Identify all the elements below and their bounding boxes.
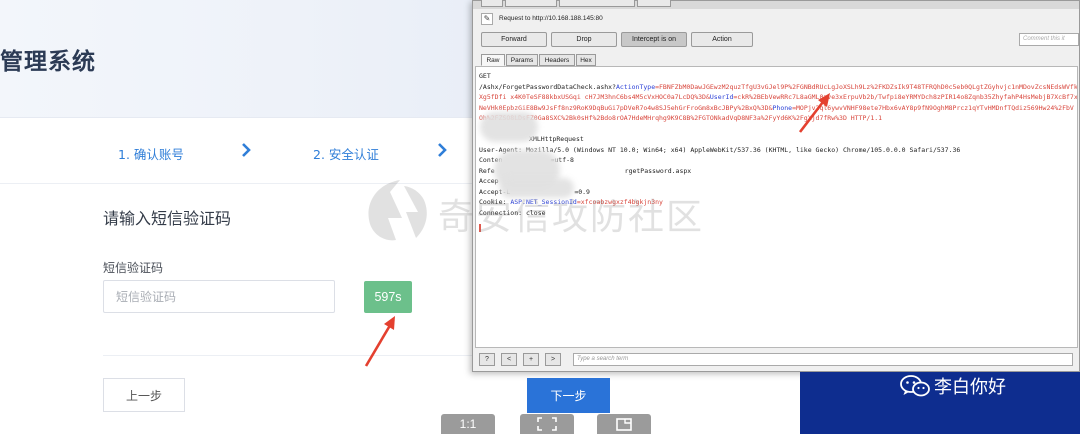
redaction-blur	[480, 112, 538, 142]
tab-headers[interactable]: Headers	[539, 54, 575, 66]
resend-countdown-button[interactable]: 597s	[364, 281, 412, 313]
request-line-4: Oh%2FZSO8LDsFZ0Ga8SXC%2Bk0sHf%2Bdo8rOA7H…	[479, 114, 883, 122]
wechat-icon	[900, 375, 930, 397]
step-indicator: 1. 确认账号 2. 安全认证	[0, 118, 480, 184]
step-security-auth: 2. 安全认证	[313, 147, 379, 162]
sms-code-input[interactable]	[103, 280, 335, 313]
header-referer: Refe rgetPassword.aspx	[479, 166, 692, 175]
step-confirm-account: 1. 确认账号	[118, 147, 184, 162]
lightning-logo-icon	[368, 180, 427, 241]
fullscreen-button[interactable]	[597, 414, 651, 434]
form-title: 请输入短信验证码	[103, 209, 232, 228]
pencil-icon: ✎	[481, 13, 493, 25]
tab-raw[interactable]: Raw	[481, 54, 505, 66]
drop-button[interactable]: Drop	[551, 32, 617, 47]
header-xhr: XMLHttpRequest	[529, 135, 584, 143]
fit-screen-icon	[537, 417, 557, 431]
help-button[interactable]: ?	[479, 353, 495, 366]
next-step-button[interactable]: 下一步	[527, 378, 610, 413]
search-bar: ? < + > Type a search term	[475, 351, 1078, 369]
previous-match-button[interactable]: <	[501, 353, 517, 366]
header-user-agent: User-Agent: Mozilla/5.0 (Windows NT 10.0…	[479, 145, 961, 154]
request-line-1: /Ashx/ForgetPasswordDataCheck.ashx?Actio…	[479, 82, 1078, 91]
fit-to-screen-button[interactable]	[520, 414, 574, 434]
burp-tab[interactable]	[559, 0, 635, 7]
intercept-toggle-button[interactable]: Intercept is on	[621, 32, 687, 47]
add-button[interactable]: +	[523, 353, 539, 366]
request-line-2: Xg5fDfi x4K0TeSF88kbxUSGqi cH7JM3hnC6bs4…	[479, 93, 1078, 101]
previous-step-button[interactable]: 上一步	[103, 378, 185, 412]
sms-code-label: 短信验证码	[103, 261, 164, 275]
burp-tab[interactable]	[481, 0, 503, 7]
fullscreen-icon	[616, 418, 632, 431]
zoom-actual-size-button[interactable]: 1:1	[441, 414, 495, 434]
tab-hex[interactable]: Hex	[576, 54, 596, 66]
burp-tab[interactable]	[637, 0, 671, 7]
action-button[interactable]: Action	[691, 32, 753, 47]
next-match-button[interactable]: >	[545, 353, 561, 366]
watermark-text: 奇安信攻防社区	[438, 197, 705, 238]
burp-tab[interactable]	[505, 0, 557, 7]
burp-top-tabs	[473, 0, 1079, 9]
watermark: 奇安信攻防社区	[360, 178, 740, 244]
wechat-account-name: 李白你好	[934, 377, 1006, 398]
search-input[interactable]: Type a search term	[573, 353, 1073, 366]
header-content-type: Conten =utf-8	[479, 156, 574, 164]
request-target-bar: ✎ Request to http://10.168.188.145:80	[481, 13, 1071, 27]
app-header: 管理系统	[0, 0, 480, 118]
request-target: Request to http://10.168.188.145:80	[499, 15, 603, 22]
request-method: GET	[479, 72, 491, 80]
wechat-account-badge: 李白你好	[900, 372, 1006, 400]
chevron-right-icon	[438, 143, 447, 157]
chevron-right-icon	[242, 143, 251, 157]
app-title: 管理系统	[0, 49, 96, 75]
divider	[103, 355, 480, 356]
header-host	[479, 124, 1074, 135]
comment-field[interactable]: Comment this it	[1019, 33, 1079, 46]
forward-button[interactable]: Forward	[481, 32, 547, 47]
request-line-3: NeVHk0EpbzGiE8Bw9JsFf8nz9RoK9DqBuGi7pDVe…	[479, 103, 1074, 112]
tab-params[interactable]: Params	[506, 54, 538, 66]
